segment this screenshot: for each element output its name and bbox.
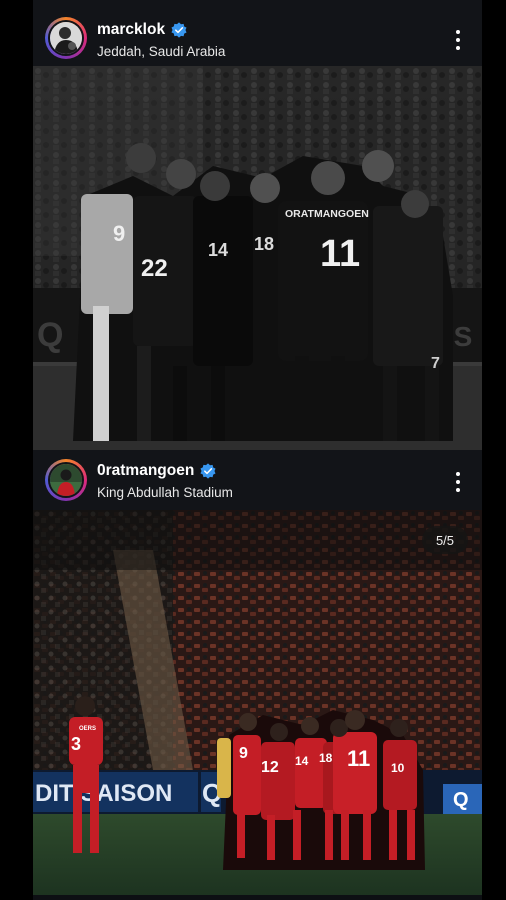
post-header: marcklok Jeddah, Saudi Arabia bbox=[33, 0, 482, 66]
post-header: 0ratmangoen King Abdullah Stadium bbox=[33, 450, 482, 516]
jersey-number: 22 bbox=[141, 255, 168, 282]
jersey-name: OERS bbox=[79, 726, 96, 732]
more-options-icon[interactable] bbox=[452, 28, 464, 52]
jersey-name: ORATMANGOEN bbox=[285, 208, 369, 220]
board-text-right: Q bbox=[453, 789, 469, 811]
verified-badge-icon bbox=[200, 463, 216, 479]
post-location[interactable]: King Abdullah Stadium bbox=[97, 485, 233, 500]
post-location[interactable]: Jeddah, Saudi Arabia bbox=[97, 44, 225, 59]
board-text-left: DIT SAISON bbox=[35, 780, 172, 807]
post-photo[interactable]: DIT SAISON Q Q 3 OERS 9 12 14 18 11 10 5… bbox=[33, 510, 482, 895]
jersey-number: 12 bbox=[261, 759, 279, 776]
avatar[interactable] bbox=[45, 459, 87, 501]
jersey-number: 9 bbox=[113, 221, 125, 246]
board-text-left: Q bbox=[37, 316, 63, 354]
feed: marcklok Jeddah, Saudi Arabia Q YS 9 22 … bbox=[33, 0, 482, 900]
username[interactable]: marcklok bbox=[97, 21, 165, 39]
jersey-number: 10 bbox=[391, 761, 405, 775]
more-options-icon[interactable] bbox=[452, 470, 464, 494]
carousel-counter: 5/5 bbox=[422, 526, 468, 554]
post-photo[interactable]: Q YS 9 22 14 18 ORATMANGOEN 11 7 bbox=[33, 66, 482, 450]
jersey-number: 18 bbox=[254, 234, 274, 254]
jersey-number: 11 bbox=[320, 233, 360, 275]
username[interactable]: 0ratmangoen bbox=[97, 462, 194, 480]
verified-badge-icon bbox=[171, 22, 187, 38]
avatar[interactable] bbox=[45, 17, 87, 59]
jersey-number: 7 bbox=[431, 355, 440, 372]
jersey-number: 9 bbox=[239, 745, 248, 762]
jersey-number: 3 bbox=[71, 734, 81, 754]
jersey-number: 18 bbox=[319, 751, 333, 765]
jersey-number: 14 bbox=[295, 754, 309, 768]
jersey-number: 14 bbox=[208, 240, 228, 260]
jersey-number: 11 bbox=[347, 746, 370, 771]
